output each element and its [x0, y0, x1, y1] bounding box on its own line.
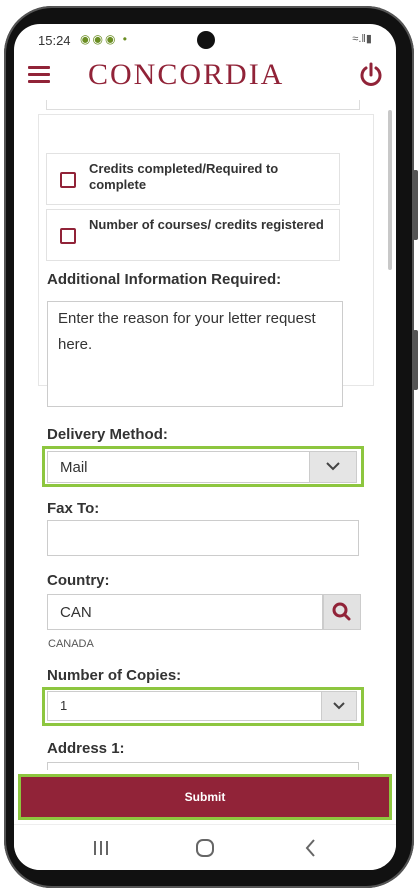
fax-label: Fax To: [47, 500, 100, 517]
checkbox-courses-registered[interactable]: Number of courses/ credits registered [46, 209, 340, 261]
phone-screen: 15:24 ◉◉◉ • ≈.‖▮ CONCORDIA Credits compl… [14, 24, 396, 870]
additional-info-label: Additional Information Required: [47, 271, 282, 288]
delivery-method-label: Delivery Method: [47, 426, 168, 443]
country-full-name: CANADA [48, 638, 94, 650]
address1-label: Address 1: [47, 740, 125, 757]
volume-button [413, 170, 418, 240]
additional-info-textarea[interactable]: Enter the reason for your letter request… [47, 301, 343, 407]
front-camera [197, 31, 215, 49]
fax-input[interactable] [47, 520, 359, 556]
copies-label: Number of Copies: [47, 667, 182, 684]
country-label: Country: [47, 572, 110, 589]
delivery-method-select[interactable]: Mail [47, 451, 357, 483]
chevron-down-icon[interactable] [309, 452, 356, 482]
country-value: CAN [60, 604, 92, 621]
country-search-button[interactable] [323, 594, 361, 630]
checkbox-icon[interactable] [60, 228, 76, 244]
status-bar: 15:24 ◉◉◉ • ≈.‖▮ [14, 24, 396, 58]
copies-value: 1 [60, 698, 68, 713]
power-icon[interactable] [358, 62, 384, 88]
checkbox-credits-completed[interactable]: Credits completed/Required to complete [46, 153, 340, 205]
checkbox-icon[interactable] [60, 172, 76, 188]
submit-button[interactable]: Submit [18, 774, 392, 820]
scrollbar[interactable] [388, 110, 392, 270]
app-header: CONCORDIA [14, 54, 396, 100]
copies-select[interactable]: 1 [47, 691, 357, 721]
search-icon [332, 602, 351, 621]
form-content[interactable]: Credits completed/Required to complete N… [14, 100, 396, 770]
system-nav-bar [14, 824, 396, 870]
checkbox-label: Number of courses/ credits registered [89, 217, 324, 232]
address1-input[interactable] [47, 762, 359, 770]
power-side-button [413, 330, 418, 390]
country-input[interactable]: CAN [47, 594, 323, 630]
checkbox-label: Credits completed/Required to complete [89, 161, 279, 192]
notification-icons: ◉◉◉ • [80, 32, 129, 46]
delivery-method-value: Mail [60, 459, 88, 476]
previous-field [46, 100, 360, 110]
back-icon[interactable] [296, 835, 326, 861]
brand-logo: CONCORDIA [88, 58, 285, 91]
chevron-down-icon[interactable] [321, 692, 356, 720]
recent-apps-icon[interactable] [86, 835, 116, 861]
status-time: 15:24 [38, 33, 71, 48]
hamburger-icon[interactable] [28, 66, 50, 84]
home-icon[interactable] [190, 835, 220, 861]
system-icons: ≈.‖▮ [352, 33, 372, 45]
